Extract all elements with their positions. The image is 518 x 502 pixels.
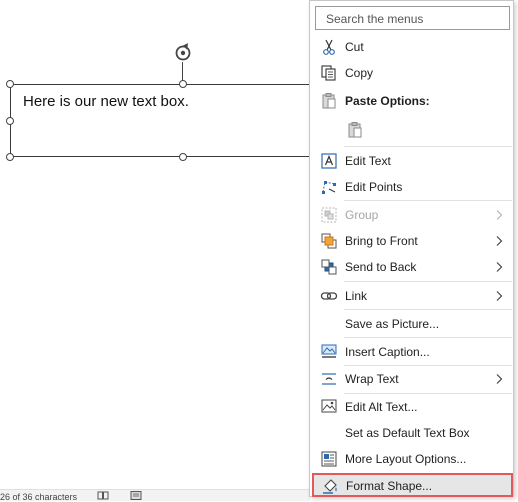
scissors-icon	[323, 39, 335, 55]
menu-item-label: Copy	[345, 66, 374, 80]
print-layout-icon[interactable]	[130, 491, 142, 500]
context-menu: Cut Copy Paste Options:	[309, 0, 514, 497]
read-mode-icon[interactable]	[97, 491, 109, 500]
resize-handle-bottom-center[interactable]	[179, 153, 187, 161]
menu-separator	[344, 281, 512, 282]
menu-item-label: Cut	[345, 40, 364, 54]
menu-item-edit-alt-text[interactable]: Edit Alt Text...	[311, 394, 512, 420]
menu-item-copy[interactable]: Copy	[311, 60, 512, 86]
menu-item-insert-caption[interactable]: Insert Caption...	[311, 339, 512, 365]
menu-item-label: Format Shape...	[346, 479, 433, 493]
menu-item-wrap-text[interactable]: Wrap Text	[311, 366, 512, 392]
menu-item-link[interactable]: Link	[311, 283, 512, 309]
menu-item-label: Insert Caption...	[345, 345, 430, 359]
paste-icon	[322, 93, 336, 109]
group-icon	[321, 207, 337, 223]
chevron-right-icon	[496, 236, 503, 246]
menu-search-input[interactable]	[324, 8, 508, 30]
menu-item-cut[interactable]: Cut	[311, 34, 512, 60]
menu-separator	[344, 309, 512, 310]
menu-item-label: Paste Options:	[345, 94, 430, 108]
resize-handle-top-left[interactable]	[6, 80, 14, 88]
status-bar: 26 of 36 characters	[0, 489, 310, 502]
menu-item-edit-text[interactable]: Edit Text	[311, 148, 512, 174]
paste-keep-format-icon	[348, 122, 362, 138]
word-count-status: 26 of 36 characters	[0, 492, 78, 502]
link-icon	[320, 292, 338, 300]
menu-item-send-to-back[interactable]: Send to Back	[311, 254, 512, 280]
rotate-handle-icon[interactable]	[173, 43, 193, 63]
rotate-stem	[182, 62, 183, 82]
menu-item-label: Bring to Front	[345, 234, 418, 248]
menu-item-label: Wrap Text	[345, 372, 399, 386]
edit-text-icon	[321, 153, 337, 169]
alt-text-icon	[321, 399, 337, 413]
bring-to-front-icon	[321, 233, 337, 249]
menu-separator	[344, 337, 512, 338]
menu-item-bring-to-front[interactable]: Bring to Front	[311, 228, 512, 254]
chevron-right-icon	[496, 291, 503, 301]
menu-item-more-layout-options[interactable]: More Layout Options...	[311, 446, 512, 472]
resize-handle-bottom-left[interactable]	[6, 153, 14, 161]
menu-item-paste-keep-format[interactable]	[311, 117, 512, 143]
copy-icon	[321, 65, 336, 81]
text-box-content[interactable]: Here is our new text box.	[23, 93, 189, 110]
menu-item-paste-options: Paste Options:	[311, 88, 512, 114]
menu-item-group: Group	[311, 202, 512, 228]
menu-item-label: Link	[345, 289, 368, 303]
resize-handle-middle-left[interactable]	[6, 117, 14, 125]
menu-item-label: Edit Alt Text...	[345, 400, 418, 414]
layout-options-icon	[321, 451, 337, 467]
menu-item-label: Send to Back	[345, 260, 417, 274]
insert-caption-icon	[321, 344, 337, 358]
menu-item-label: Group	[345, 208, 379, 222]
format-shape-icon	[323, 479, 337, 494]
chevron-right-icon	[496, 210, 503, 220]
chevron-right-icon	[496, 262, 503, 272]
menu-item-label: Edit Text	[345, 154, 391, 168]
menu-item-set-default-text-box[interactable]: Set as Default Text Box	[311, 420, 512, 446]
menu-item-save-as-picture[interactable]: Save as Picture...	[311, 311, 512, 337]
wrap-text-icon	[322, 373, 336, 385]
resize-handle-top-center[interactable]	[179, 80, 187, 88]
menu-item-label: Set as Default Text Box	[345, 426, 470, 440]
chevron-right-icon	[496, 374, 503, 384]
menu-item-label: More Layout Options...	[345, 452, 467, 466]
menu-separator	[344, 146, 512, 147]
menu-item-edit-points[interactable]: Edit Points	[311, 174, 512, 200]
menu-item-label: Save as Picture...	[345, 317, 440, 331]
text-box[interactable]: Here is our new text box.	[10, 84, 330, 157]
send-to-back-icon	[321, 259, 337, 275]
menu-search-box[interactable]	[315, 6, 510, 30]
edit-points-icon	[322, 181, 336, 194]
menu-separator	[344, 200, 512, 201]
menu-item-format-shape[interactable]: Format Shape...	[312, 473, 513, 497]
menu-item-label: Edit Points	[345, 180, 403, 194]
